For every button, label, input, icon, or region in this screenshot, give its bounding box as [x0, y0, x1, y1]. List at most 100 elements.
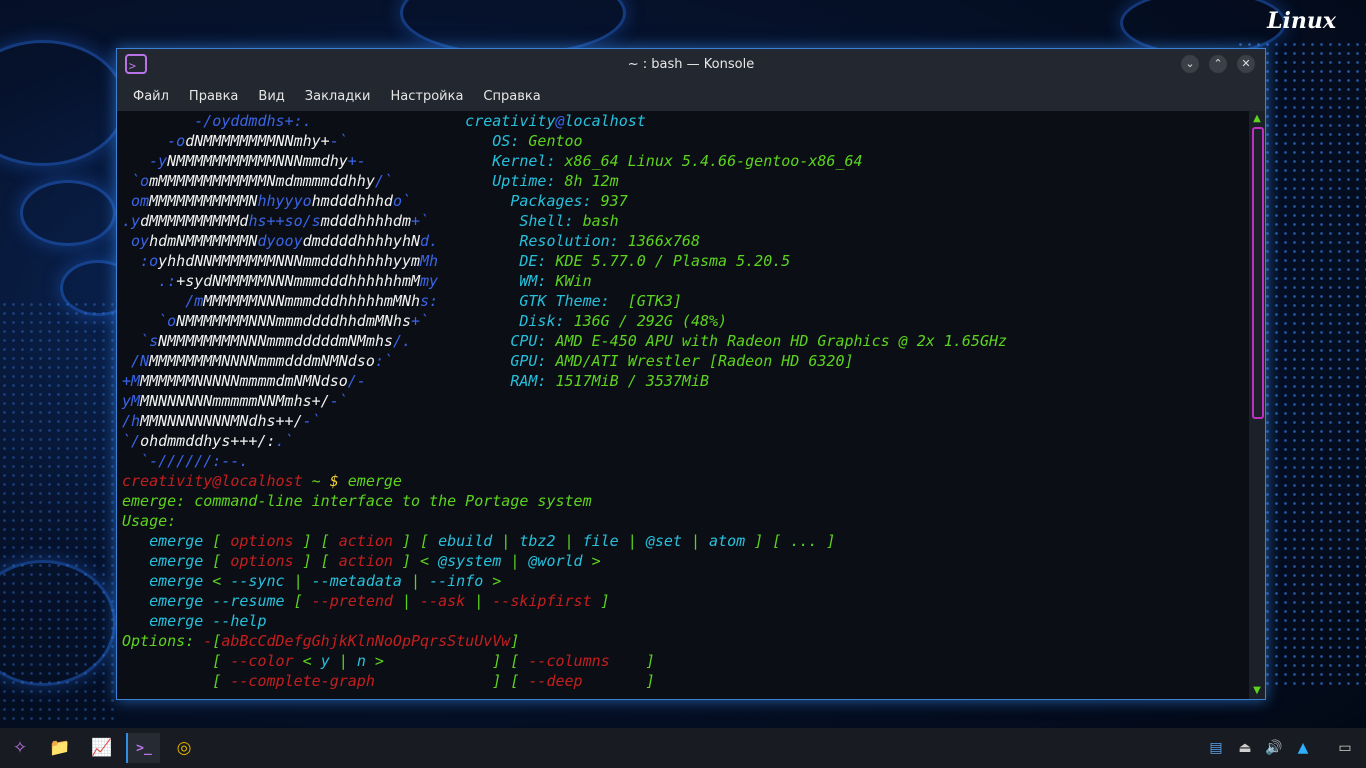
terminal-text: localhost	[564, 112, 646, 130]
terminal-text: d.	[420, 232, 439, 250]
terminal-text: yhhdNNMMMMMMMNNNmmdddhhhhhyym	[158, 252, 421, 270]
terminal-text: 1517MiB / 3537MiB	[555, 372, 710, 390]
close-button[interactable]: ✕	[1237, 55, 1255, 73]
terminal-text: >	[483, 572, 502, 590]
terminal-text: emerge --help	[149, 612, 267, 630]
terminal-text: --pretend	[311, 592, 393, 610]
terminal-line: /hMMNNNNNNNNMNdhs++/-`	[122, 411, 321, 431]
menu-file[interactable]: Файл	[123, 89, 179, 104]
titlebar[interactable]: >_ ~ : bash — Konsole ⌄ ⌃ ✕	[117, 49, 1265, 81]
taskbar-konsole-icon[interactable]: >_	[126, 733, 160, 763]
terminal-text: --columns	[528, 652, 610, 670]
terminal-text: DE:	[519, 252, 556, 270]
scrollbar-thumb[interactable]	[1252, 127, 1264, 419]
terminal-text: /`	[374, 172, 393, 190]
minimize-button[interactable]: ⌄	[1181, 55, 1199, 73]
terminal-line: emerge --help	[122, 611, 267, 631]
terminal-text: action	[338, 552, 393, 570]
terminal-text: `/	[122, 432, 141, 450]
window-title: ~ : bash — Konsole	[627, 57, 755, 72]
clipboard-icon[interactable]: ▤	[1205, 736, 1227, 760]
terminal-text: -/oyddmdhs+:.	[122, 112, 466, 130]
terminal-text: -`	[329, 392, 348, 410]
terminal-text: [	[203, 552, 231, 570]
menu-edit[interactable]: Правка	[179, 89, 248, 104]
terminal-text: @set	[645, 532, 682, 550]
terminal-line: `/ohdmmddhys+++/:.`	[122, 431, 294, 451]
taskbar-app-launcher-icon[interactable]: ✧	[4, 733, 36, 763]
terminal-line: :oyhhdNNMMMMMMMNNNmmdddhhhhhyymMh DE: KD…	[122, 251, 790, 271]
terminal-text: +`	[411, 312, 430, 330]
scroll-down-icon[interactable]: ▼	[1251, 685, 1263, 697]
menu-bookmarks[interactable]: Закладки	[295, 89, 381, 104]
terminal-text: [	[284, 592, 312, 610]
terminal-text: emerge	[347, 472, 402, 490]
scrollbar[interactable]: ▲ ▼	[1249, 111, 1265, 699]
terminal-text: file	[582, 532, 619, 550]
volume-icon[interactable]: 🔊	[1263, 736, 1285, 760]
terminal-text: om	[122, 192, 150, 210]
terminal-text: my	[420, 272, 439, 290]
desktop-label: Linux	[1267, 8, 1336, 34]
taskbar-system-monitor-icon[interactable]: 📈	[86, 733, 118, 763]
usb-device-icon[interactable]: ⏏	[1234, 736, 1256, 760]
konsole-window[interactable]: >_ ~ : bash — Konsole ⌄ ⌃ ✕ Файл Правка …	[116, 48, 1266, 700]
terminal-text: `o	[122, 172, 150, 190]
tray-expand-icon[interactable]: ▲	[1292, 736, 1314, 760]
terminal-line: yMMNNNNNNNmmmmmNNMmhs+/-`	[122, 391, 348, 411]
terminal-text: -`	[302, 412, 321, 430]
taskbar-chrome-icon[interactable]: ◎	[168, 733, 200, 763]
terminal-text: Uptime:	[492, 172, 565, 190]
terminal-line: /NMMMMMMMMNNNNmmmdddmNMNdso:` GPU: AMD/A…	[122, 351, 854, 371]
terminal-text: -`	[329, 132, 348, 150]
taskbar-file-manager-icon[interactable]: 📁	[44, 733, 76, 763]
menubar: Файл Правка Вид Закладки Настройка Справ…	[117, 81, 1265, 111]
terminal-line: .:+sydNMMMMMNNNmmmdddhhhhhhmMmy WM: KWin	[122, 271, 592, 291]
terminal-text: >	[582, 552, 601, 570]
terminal-text: o`	[392, 192, 411, 210]
terminal-line: emerge [ options ] [ action ] < @system …	[122, 551, 601, 571]
terminal-line: emerge [ options ] [ action ] [ ebuild |…	[122, 531, 835, 551]
terminal-text: ] [	[293, 552, 339, 570]
terminal-text: <	[293, 652, 321, 670]
terminal-text: yM	[122, 392, 141, 410]
terminal-text: ] [	[392, 532, 439, 550]
terminal-text: |	[392, 592, 421, 610]
terminal-line: `oNMMMMMMMNNNmmmddddhhdmMNhs+` Disk: 136…	[122, 311, 727, 331]
terminal-text: creativity	[122, 472, 213, 490]
terminal-output[interactable]: -/oyddmdhs+:. creativity@localhost -odNM…	[117, 111, 1249, 699]
menu-view[interactable]: Вид	[248, 89, 294, 104]
terminal-text: @world	[528, 552, 583, 570]
terminal-text: atom	[709, 532, 746, 550]
terminal-line: `sNMMMMMMMMNNNmmmdddddmNMmhs/. CPU: AMD …	[122, 331, 1007, 351]
terminal-line: [ --complete-graph ] [ --deep ]	[122, 671, 655, 691]
terminal-text: `o	[122, 312, 177, 330]
maximize-button[interactable]: ⌃	[1209, 55, 1227, 73]
terminal-text: ]	[591, 592, 610, 610]
terminal-text: s:	[420, 292, 439, 310]
terminal-line: +MMMMMMMNNNNNmmmmdmNMNdso/- RAM: 1517MiB…	[122, 371, 709, 391]
terminal-text: OS:	[492, 132, 529, 150]
menu-help[interactable]: Справка	[473, 89, 550, 104]
terminal-line: -yNMMMMMMMMMMMNNNmmdhy+- Kernel: x86_64 …	[122, 151, 862, 171]
terminal-text: @localhost	[212, 472, 303, 490]
show-desktop-icon[interactable]: ▭	[1334, 736, 1356, 760]
terminal-text: emerge	[149, 532, 204, 550]
terminal-text: emerge	[149, 552, 204, 570]
terminal-line: emerge: command-line interface to the Po…	[122, 491, 592, 511]
terminal-text: --metadata	[311, 572, 402, 590]
menu-settings[interactable]: Настройка	[380, 89, 473, 104]
terminal-text: ] [ ... ]	[745, 532, 836, 550]
terminal-text: 136G / 292G (48%)	[573, 312, 728, 330]
scroll-up-icon[interactable]: ▲	[1251, 113, 1263, 125]
terminal-text: 1366x768	[627, 232, 700, 250]
terminal-text: y	[320, 652, 330, 670]
terminal-text: hhyyyo	[257, 192, 312, 210]
terminal-text: `-//////:--.	[122, 452, 249, 470]
